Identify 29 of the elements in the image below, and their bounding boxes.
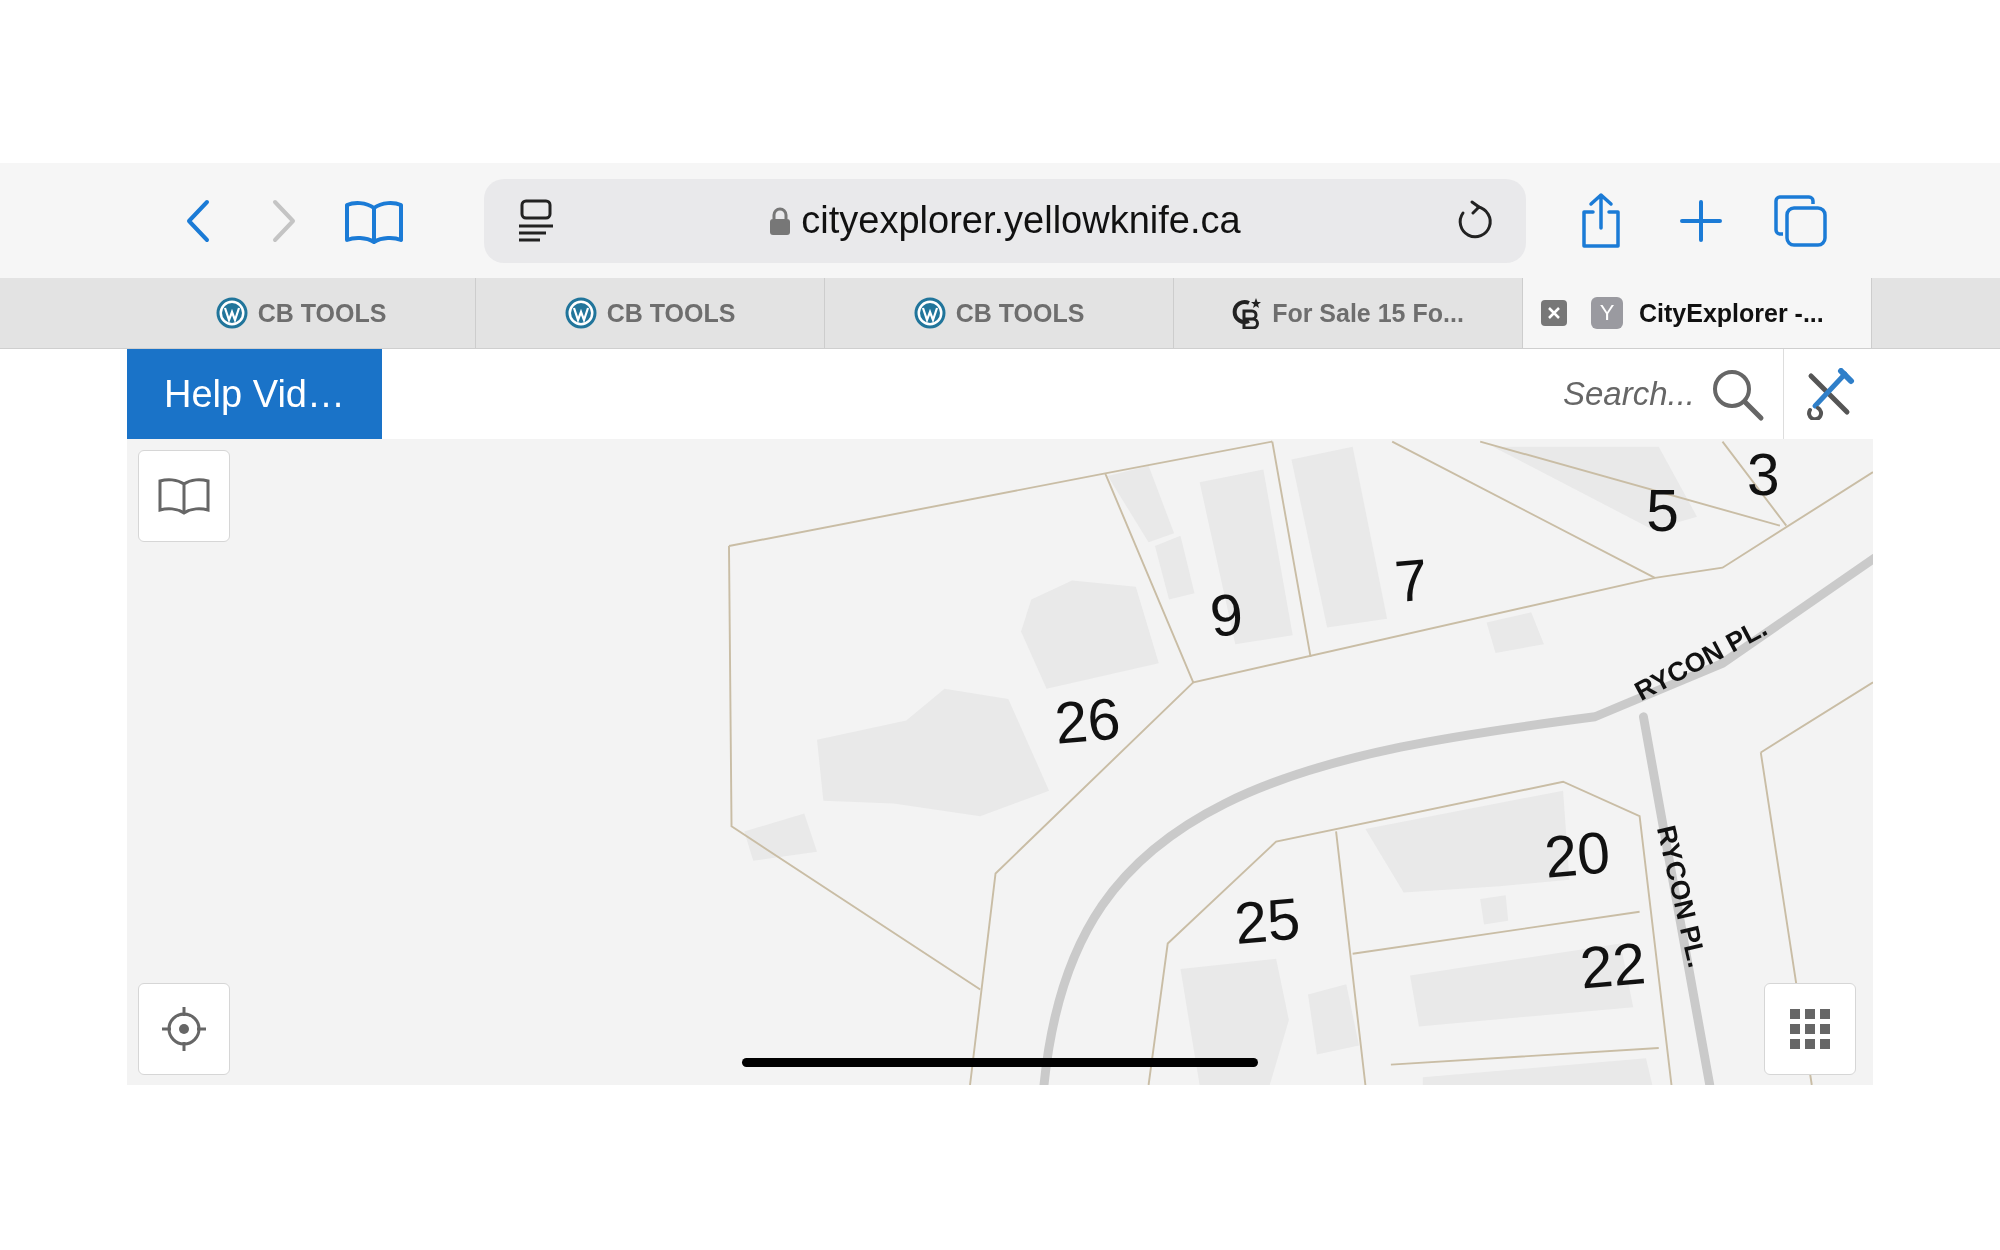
- legend-button[interactable]: [138, 450, 230, 542]
- address-number: 26: [1052, 685, 1123, 756]
- tabs-icon: [1773, 193, 1829, 248]
- address-number: 5: [1646, 477, 1679, 543]
- street-name: RYCON PL.: [1650, 822, 1713, 971]
- address-number: 20: [1541, 819, 1613, 890]
- help-videos-button[interactable]: Help Vid…: [127, 349, 382, 439]
- site-icon: Y: [1591, 297, 1623, 329]
- address-number: 22: [1577, 930, 1649, 1001]
- address-number: 7: [1392, 546, 1431, 615]
- plus-icon: [1679, 198, 1723, 243]
- address-number: 25: [1231, 885, 1303, 956]
- search-field[interactable]: Search...: [1543, 374, 1697, 414]
- wordpress-logo-icon: [215, 297, 248, 329]
- book-icon: [157, 476, 211, 516]
- address-number: 3: [1747, 442, 1780, 508]
- url-text: cityexplorer.yellowknife.ca: [801, 199, 1241, 242]
- address-bar[interactable]: cityexplorer.yellowknife.ca: [484, 178, 1526, 263]
- grid-menu-button[interactable]: [1764, 983, 1856, 1075]
- wordpress-logo-icon: [564, 297, 597, 329]
- locate-button[interactable]: [138, 983, 230, 1075]
- reader-icon: [516, 197, 556, 244]
- crosshair-icon: [159, 1004, 209, 1054]
- browser-tab[interactable]: Y CityExplorer -...: [1523, 278, 1872, 348]
- grid-icon: [1790, 1009, 1830, 1049]
- logo-icon: [1232, 297, 1263, 329]
- address-number: 9: [1207, 581, 1246, 649]
- wordpress-logo-icon: [913, 297, 946, 329]
- close-tab-icon[interactable]: [1541, 300, 1567, 326]
